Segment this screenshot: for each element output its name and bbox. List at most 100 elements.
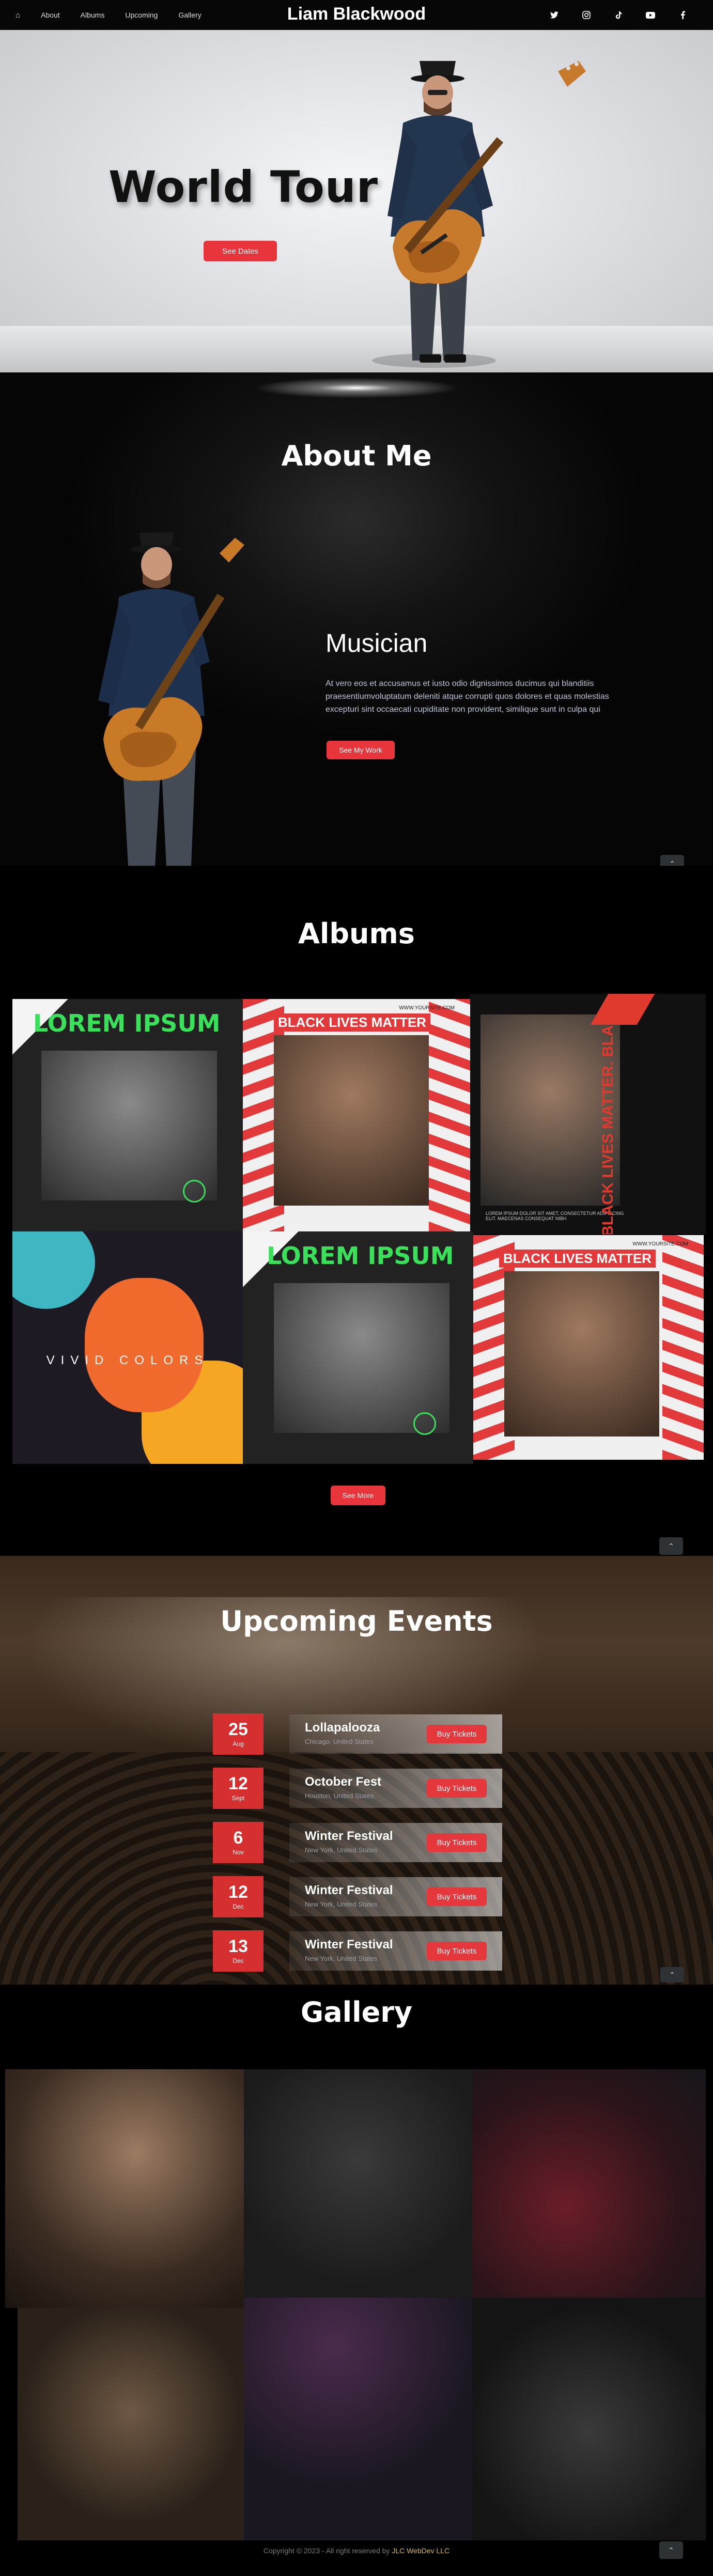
- scroll-up-button[interactable]: ⌃: [660, 855, 684, 866]
- see-my-work-button[interactable]: See My Work: [327, 741, 395, 759]
- event-day: 6: [233, 1828, 243, 1848]
- footer-text: Copyright © 2023 - All right reserved by: [263, 2547, 392, 2555]
- about-text: At vero eos et accusamus et iusto odio d…: [326, 679, 609, 714]
- about-guitarist-image: [98, 533, 244, 866]
- facebook-icon[interactable]: [678, 10, 687, 20]
- gallery-photo-5[interactable]: [244, 2298, 472, 2540]
- footer: Copyright © 2023 - All right reserved by…: [0, 2547, 713, 2555]
- event-location: New York, United States: [305, 1900, 378, 1908]
- album-portrait: [274, 1283, 450, 1433]
- events-section: Upcoming Events 25 Aug Lollapalooza Chicago…: [0, 1556, 713, 1985]
- gallery-photo-3[interactable]: [472, 2069, 706, 2298]
- gallery-photo-2[interactable]: [244, 2069, 472, 2298]
- buy-tickets-button[interactable]: Buy Tickets: [427, 1887, 487, 1906]
- album-portrait: [41, 1051, 217, 1200]
- event-month: Aug: [233, 1740, 244, 1747]
- albums-title: Albums: [298, 917, 415, 950]
- album-circle-icon: [183, 1180, 206, 1203]
- buy-tickets-button[interactable]: Buy Tickets: [427, 1833, 487, 1852]
- gallery-section: Gallery ⌃: [0, 1985, 713, 2576]
- album-cover-3[interactable]: LOREM IPSUM DOLOR SIT AMET, CONSECTETUR …: [470, 994, 706, 1234]
- album-cover-1[interactable]: LOREM IPSUM: [12, 999, 243, 1231]
- event-location: Chicago, United States: [305, 1738, 374, 1745]
- event-row: 25 Aug Lollapalooza Chicago, United States B…: [213, 1713, 502, 1755]
- nav-link-gallery[interactable]: Gallery: [178, 11, 201, 19]
- event-location: New York, United States: [305, 1955, 378, 1962]
- event-name: Winter Festival: [305, 1883, 393, 1897]
- event-month: Nov: [233, 1849, 244, 1856]
- gallery-photo-1[interactable]: [5, 2069, 244, 2308]
- event-day: 13: [228, 1937, 248, 1956]
- about-section: About Me Musician At vero eos et accusam…: [0, 372, 713, 866]
- footer-company-link[interactable]: JLC WebDev LLC: [392, 2547, 450, 2555]
- hero-title: World Tour: [109, 162, 379, 212]
- buy-tickets-button[interactable]: Buy Tickets: [427, 1942, 487, 1960]
- event-date: 25 Aug: [213, 1713, 264, 1755]
- event-day: 12: [228, 1882, 248, 1902]
- gallery-title: Gallery: [300, 1996, 413, 2028]
- scroll-up-button[interactable]: ⌃: [660, 1967, 684, 1982]
- chevron-up-icon: ⌃: [669, 859, 675, 866]
- buy-tickets-button[interactable]: Buy Tickets: [427, 1779, 487, 1798]
- albums-section: Albums LOREM IPSUM BLACK LIVES MATTER WW…: [0, 866, 713, 1556]
- album-site: WWW.YOURSITE.COM: [399, 1005, 455, 1011]
- event-name: Winter Festival: [305, 1829, 393, 1843]
- nav-link-albums[interactable]: Albums: [81, 11, 105, 19]
- twitter-icon[interactable]: [550, 10, 559, 20]
- album-brush-right: [429, 999, 470, 1231]
- events-title: Upcoming Events: [220, 1605, 493, 1637]
- event-day: 12: [228, 1774, 248, 1793]
- see-more-button[interactable]: See More: [331, 1486, 385, 1505]
- scroll-up-button[interactable]: ⌃: [659, 1537, 683, 1555]
- tiktok-icon[interactable]: [614, 10, 623, 20]
- youtube-icon[interactable]: [646, 10, 655, 20]
- album-cover-4[interactable]: VIVID COLORS: [12, 1231, 243, 1464]
- album-brush-right: [662, 1235, 704, 1460]
- event-day: 25: [228, 1720, 248, 1739]
- event-month: Dec: [233, 1957, 244, 1964]
- album-site: WWW.YOURSITE.COM: [632, 1241, 688, 1247]
- event-card: October Fest Houston, United States Buy Ti…: [289, 1769, 502, 1808]
- event-row: 12 Dec Winter Festival New York, United Sta…: [213, 1876, 502, 1917]
- album-heading: VIVID COLORS: [46, 1353, 209, 1367]
- event-date: 13 Dec: [213, 1930, 264, 1972]
- nav-links: ⌂ About Albums Upcoming Gallery: [16, 11, 202, 20]
- album-heading: BLACK LIVES MATTER: [499, 1250, 656, 1268]
- album-blob-orange: [85, 1278, 204, 1412]
- see-dates-button[interactable]: See Dates: [204, 241, 277, 261]
- hero-section: World Tour See Dates: [0, 30, 713, 372]
- instagram-icon[interactable]: [582, 10, 591, 20]
- event-card: Lollapalooza Chicago, United States Buy Ti…: [289, 1714, 502, 1754]
- event-row: 12 Sept October Fest Houston, United States…: [213, 1768, 502, 1809]
- event-date: 6 Nov: [213, 1822, 264, 1863]
- event-row: 6 Nov Winter Festival New York, United Stat…: [213, 1822, 502, 1863]
- gallery-photo-6[interactable]: [472, 2298, 706, 2540]
- album-heading: BLACK LIVES MATTER: [274, 1013, 430, 1032]
- home-icon[interactable]: ⌂: [16, 11, 20, 20]
- album-circle-icon: [413, 1412, 436, 1435]
- about-role: Musician: [326, 629, 428, 658]
- event-name: Lollapalooza: [305, 1721, 380, 1735]
- about-title: About Me: [281, 440, 432, 472]
- nav-link-about[interactable]: About: [41, 11, 60, 19]
- chevron-up-icon: ⌃: [668, 1541, 674, 1550]
- album-cover-5[interactable]: LOREM IPSUM: [243, 1231, 473, 1464]
- event-location: Houston, United States: [305, 1792, 374, 1800]
- hero-guitarist-image: [372, 61, 586, 368]
- brand-text[interactable]: Liam Blackwood: [287, 4, 426, 24]
- album-blob-teal: [12, 1231, 95, 1309]
- buy-tickets-button[interactable]: Buy Tickets: [427, 1725, 487, 1743]
- gallery-photo-4[interactable]: [18, 2308, 244, 2540]
- spotlight: [253, 378, 460, 398]
- event-card: Winter Festival New York, United States Bu…: [289, 1877, 502, 1916]
- event-date: 12 Dec: [213, 1876, 264, 1917]
- navbar: ⌂ About Albums Upcoming Gallery Liam Bla…: [0, 0, 713, 30]
- event-name: Winter Festival: [305, 1938, 393, 1951]
- album-cover-6[interactable]: BLACK LIVES MATTER WWW.YOURSITE.COM: [473, 1235, 704, 1460]
- event-location: New York, United States: [305, 1846, 378, 1854]
- nav-link-upcoming[interactable]: Upcoming: [125, 11, 158, 19]
- album-heading: LOREM IPSUM: [267, 1242, 454, 1270]
- album-portrait: [274, 1035, 429, 1206]
- chevron-up-icon: ⌃: [669, 1970, 675, 1979]
- album-cover-2[interactable]: BLACK LIVES MATTER WWW.YOURSITE.COM: [243, 999, 470, 1231]
